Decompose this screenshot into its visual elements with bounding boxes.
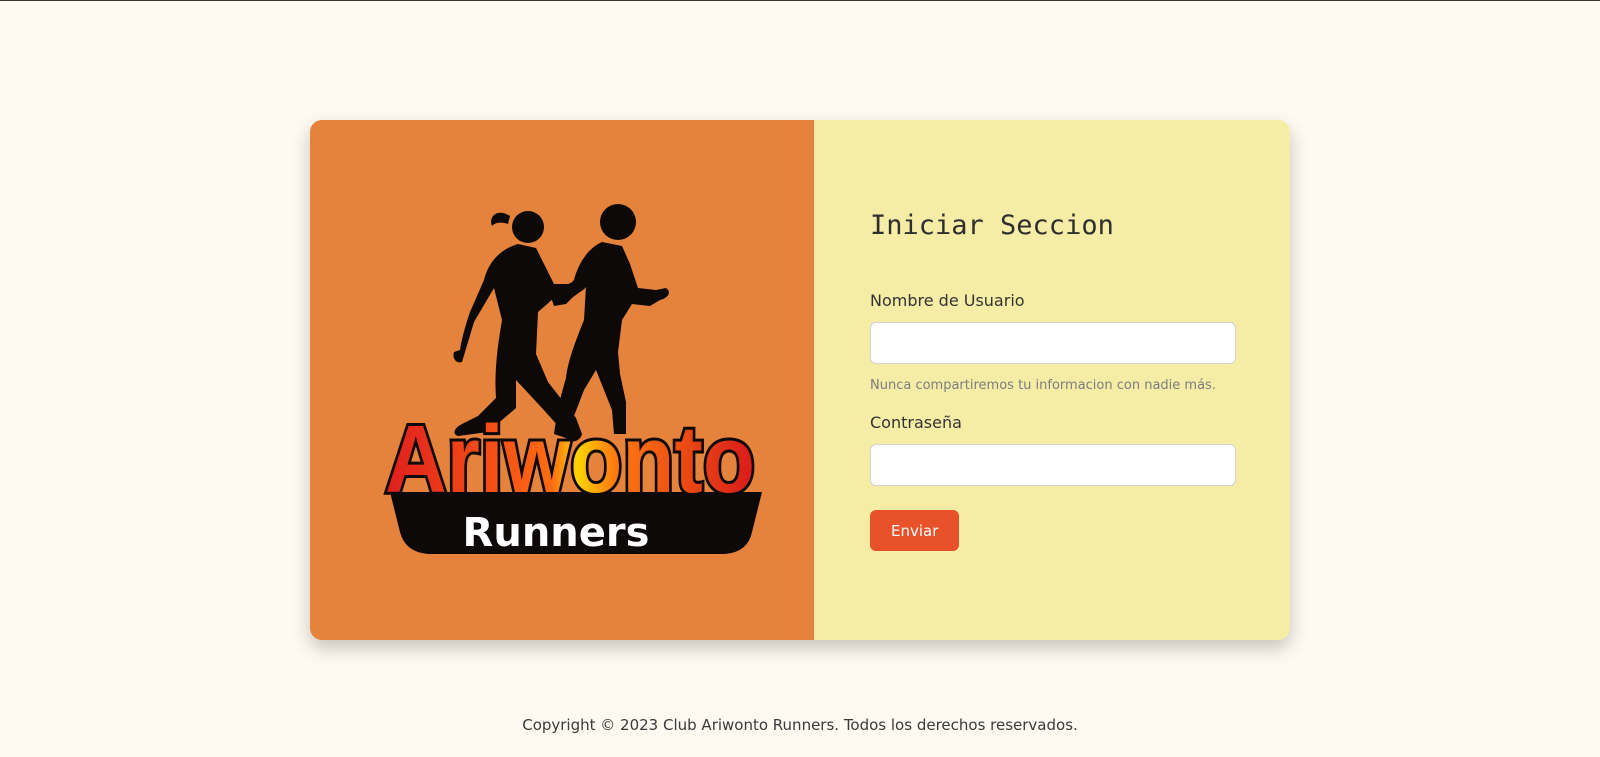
logo-word-runners: Runners [463,510,650,556]
password-input[interactable] [870,444,1236,486]
man-runner-silhouette [550,204,669,438]
brand-panel: Ariwonto Runners [310,120,814,640]
login-form-panel: Iniciar Seccion Nombre de Usuario Nunca … [814,120,1290,640]
footer-copyright: Copyright © 2023 Club Ariwonto Runners. … [522,716,1078,734]
username-label: Nombre de Usuario [870,291,1025,310]
login-card: Ariwonto Runners Iniciar Seccion Nombre … [310,120,1290,640]
login-title: Iniciar Seccion [870,210,1114,241]
submit-button[interactable]: Enviar [870,510,960,551]
logo-word-ariwonto: Ariwonto [385,406,755,513]
username-input[interactable] [870,322,1236,364]
ariwonto-runners-logo: Ariwonto Runners [382,204,762,556]
password-label: Contraseña [870,413,962,432]
username-help-text: Nunca compartiremos tu informacion con n… [870,378,1216,393]
